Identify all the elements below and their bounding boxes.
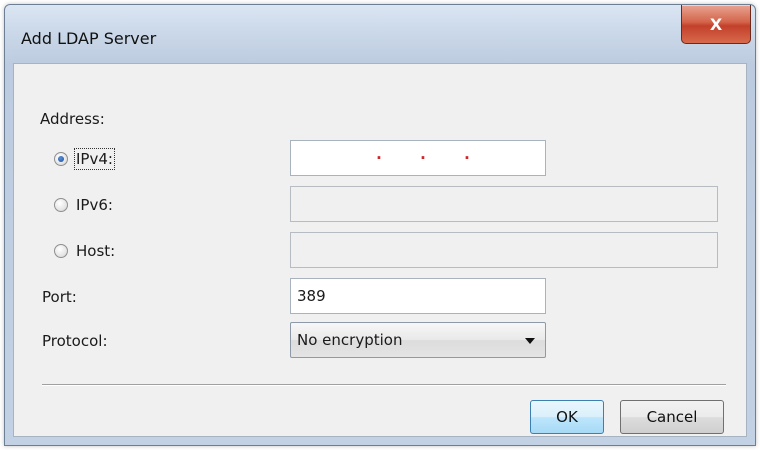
ipv6-field[interactable] <box>290 186 718 222</box>
port-field[interactable]: 389 <box>290 278 546 314</box>
protocol-selected-value: No encryption <box>297 331 403 349</box>
radio-ipv6[interactable]: IPv6: <box>54 196 113 214</box>
ipv4-dot: · <box>420 149 426 167</box>
dialog-title: Add LDAP Server <box>21 29 157 48</box>
ipv4-field[interactable]: · · · <box>290 140 546 176</box>
footer-divider <box>42 384 726 386</box>
ipv4-separators: · · · <box>297 149 539 167</box>
ok-button[interactable]: OK <box>530 400 604 434</box>
close-icon: X <box>709 14 723 34</box>
radio-host-label[interactable]: Host: <box>76 242 115 260</box>
ipv4-dot: · <box>464 149 470 167</box>
radio-ipv4[interactable]: IPv4: <box>54 148 115 170</box>
host-field[interactable] <box>290 232 718 268</box>
radio-host-icon[interactable] <box>54 244 68 258</box>
radio-host[interactable]: Host: <box>54 242 115 260</box>
address-label: Address: <box>40 110 105 128</box>
radio-ipv6-label[interactable]: IPv6: <box>76 196 113 214</box>
radio-ipv4-label[interactable]: IPv4: <box>74 148 115 170</box>
ipv4-dot: · <box>376 149 382 167</box>
title-bar[interactable]: Add LDAP Server X <box>5 5 755 61</box>
protocol-label: Protocol: <box>42 332 108 350</box>
close-button[interactable]: X <box>681 5 751 44</box>
cancel-button[interactable]: Cancel <box>620 400 724 434</box>
radio-ipv6-icon[interactable] <box>54 198 68 212</box>
dialog-body: Address: IPv4: · · · IPv6: Host: Port: 3… <box>13 63 747 437</box>
radio-ipv4-icon[interactable] <box>54 152 68 166</box>
add-ldap-server-dialog: Add LDAP Server X Address: IPv4: · · · I… <box>4 4 756 446</box>
port-label: Port: <box>42 288 77 306</box>
protocol-select[interactable]: No encryption <box>290 322 546 358</box>
chevron-down-icon[interactable] <box>525 338 535 344</box>
